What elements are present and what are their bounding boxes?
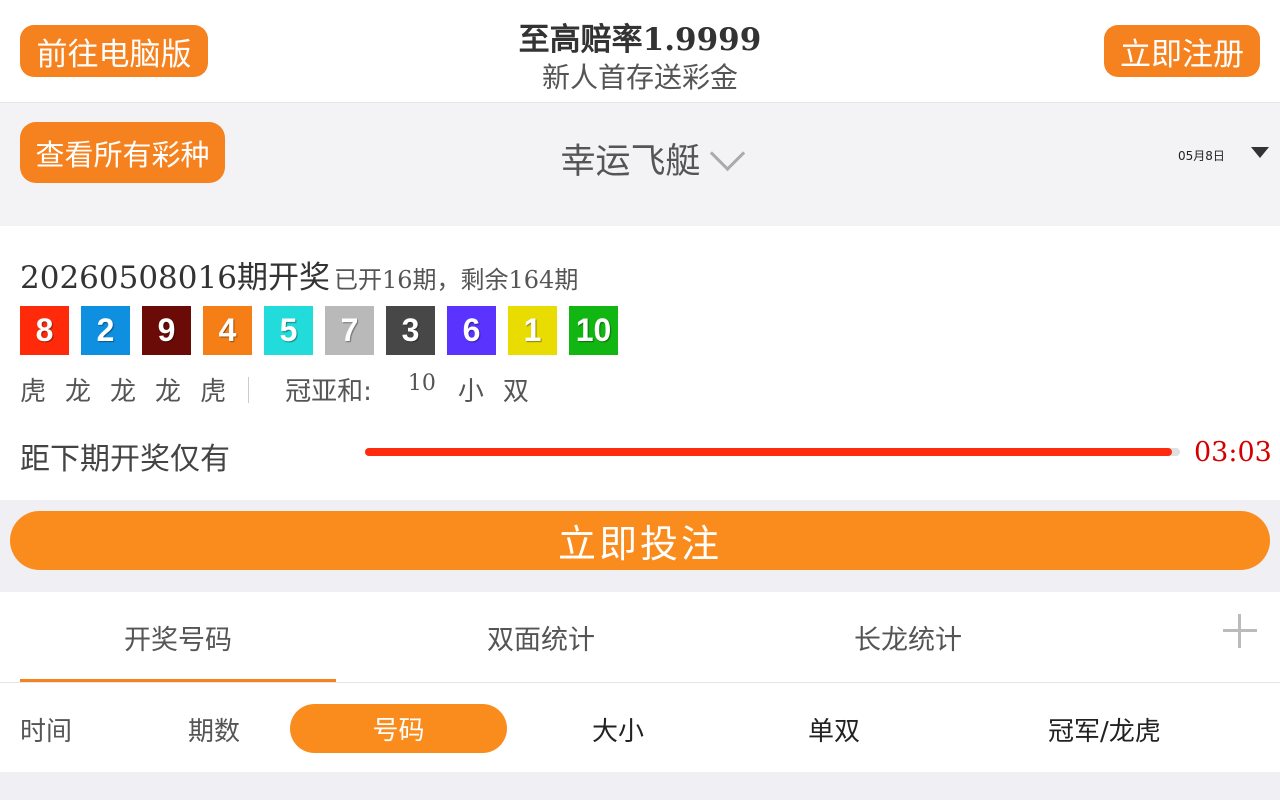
desktop-version-button[interactable]: 前往电脑版	[20, 25, 208, 77]
result-ball: 5	[264, 306, 313, 355]
bottom-spacer	[0, 772, 1280, 800]
promo-subtitle: 新人首存送彩金	[541, 61, 738, 94]
caret-down-icon[interactable]	[1251, 147, 1269, 158]
lottery-name-dropdown[interactable]: 幸运飞艇	[520, 133, 780, 184]
countdown-label: 距下期开奖仅有	[20, 442, 230, 477]
filter-champion-longhu[interactable]: 冠军/龙虎	[1048, 711, 1161, 748]
result-ball: 1	[508, 306, 557, 355]
issue-number: 20260508016期开奖	[20, 260, 330, 296]
result-ball: 10	[569, 306, 618, 355]
draw-result-panel: 20260508016期开奖 已开16期，剩余164期 8 2 9 4 5 7 3 6 1 10 虎…	[0, 226, 1280, 500]
lottery-selector-bar: 查看所有彩种 幸运飞艇 05月8日	[0, 103, 1280, 206]
filter-size[interactable]: 大小	[592, 711, 644, 748]
result-ball: 9	[142, 306, 191, 355]
tab-two-sided-stats[interactable]: 双面统计	[383, 618, 699, 657]
result-ball: 7	[325, 306, 374, 355]
place-bet-button[interactable]: 立即投注	[10, 511, 1270, 570]
countdown-progress-bar	[365, 448, 1180, 456]
longhu-result: 龙	[110, 377, 137, 407]
result-balls: 8 2 9 4 5 7 3 6 1 10	[20, 306, 618, 355]
stats-tabs: 开奖号码 双面统计 长龙统计	[0, 592, 1280, 683]
sum-odd-even: 双	[502, 377, 529, 407]
tab-draw-numbers[interactable]: 开奖号码	[20, 618, 336, 657]
result-ball: 4	[203, 306, 252, 355]
chevron-down-icon	[709, 135, 745, 172]
sum-size: 小	[457, 377, 484, 407]
filter-issue[interactable]: 期数	[188, 711, 240, 748]
promo-title: 至高赔率1.9999	[518, 22, 762, 58]
spacer	[0, 206, 1280, 226]
longhu-result: 龙	[65, 377, 92, 407]
countdown-progress-fill	[365, 448, 1172, 456]
sum-value: 10	[407, 371, 436, 396]
tab-streak-stats[interactable]: 长龙统计	[750, 618, 1066, 657]
all-lotteries-button[interactable]: 查看所有彩种	[20, 122, 225, 183]
longhu-result: 虎	[200, 377, 227, 407]
result-ball: 3	[386, 306, 435, 355]
top-header: 前往电脑版 至高赔率1.9999 新人首存送彩金 立即注册	[0, 0, 1280, 103]
longhu-result: 龙	[155, 377, 182, 407]
result-ball: 8	[20, 306, 69, 355]
result-stats: 虎 龙 龙 龙 虎 冠亚和: 10 小 双	[20, 371, 548, 408]
result-ball: 2	[81, 306, 130, 355]
plus-icon[interactable]	[1223, 614, 1257, 648]
longhu-result: 虎	[20, 377, 47, 407]
countdown-timer: 03:03	[1194, 437, 1272, 468]
filter-odd-even[interactable]: 单双	[808, 711, 860, 748]
filter-number[interactable]: 号码	[290, 704, 507, 753]
active-tab-indicator	[20, 679, 336, 682]
issue-heading: 20260508016期开奖 已开16期，剩余164期	[20, 252, 578, 297]
register-button[interactable]: 立即注册	[1104, 25, 1260, 77]
result-ball: 6	[447, 306, 496, 355]
sum-label: 冠亚和:	[285, 377, 372, 407]
lottery-name: 幸运飞艇	[560, 142, 701, 182]
column-filters: 时间 期数 号码 大小 单双 冠军/龙虎	[0, 683, 1280, 772]
issue-progress-text: 已开16期，剩余164期	[333, 266, 579, 294]
date-select[interactable]: 05月8日	[1178, 147, 1225, 164]
filter-time[interactable]: 时间	[20, 711, 72, 748]
divider	[248, 376, 250, 403]
